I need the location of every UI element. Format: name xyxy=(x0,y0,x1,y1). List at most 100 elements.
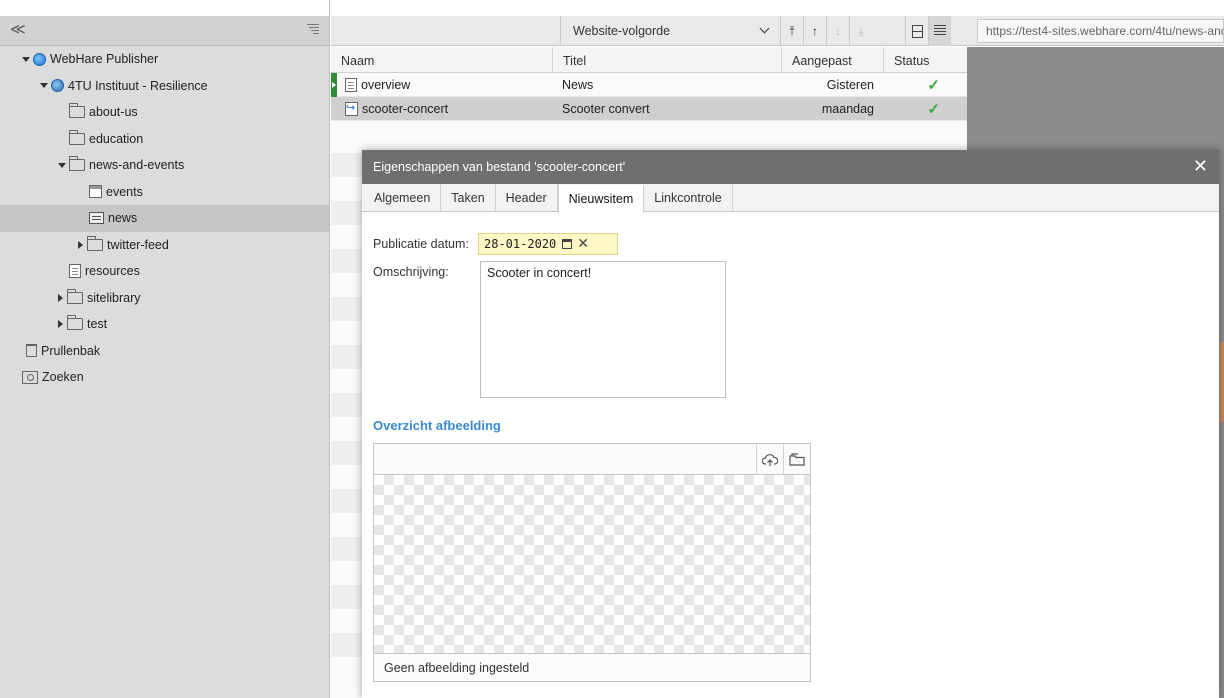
preview-url-field[interactable]: https://test4-sites.webhare.com/4tu/news… xyxy=(977,19,1224,43)
tree-item-label: twitter-feed xyxy=(107,237,169,252)
calendar-icon xyxy=(89,185,102,199)
document-icon xyxy=(69,264,81,279)
tree-item-label: resources xyxy=(85,264,140,279)
tab-nieuwsitem[interactable]: Nieuwsitem xyxy=(557,185,645,213)
move-up-button[interactable]: ↑ xyxy=(803,16,826,46)
split-view-icon xyxy=(911,24,923,38)
split-view-button[interactable] xyxy=(905,16,928,46)
status-ok-icon: ✓ xyxy=(927,100,940,118)
tree-item-label: test xyxy=(87,317,108,332)
folder-icon xyxy=(69,103,85,119)
tree-item-sitelibrary[interactable]: sitelibrary xyxy=(0,285,329,312)
globe-icon xyxy=(51,79,64,93)
sidebar-header: ≪ xyxy=(0,16,329,46)
upload-button[interactable] xyxy=(756,444,783,475)
folder-icon xyxy=(69,129,85,145)
list-cell-name: scooter-concert xyxy=(331,101,553,116)
column-header-modified[interactable]: Aangepast xyxy=(782,47,884,72)
tree-item-label: about-us xyxy=(89,105,138,120)
tab-linkcontrole[interactable]: Linkcontrole xyxy=(644,184,733,211)
tree-menu-icon[interactable] xyxy=(307,24,319,36)
calendar-picker-icon[interactable] xyxy=(562,239,573,249)
image-status: Geen afbeelding ingesteld xyxy=(374,653,810,681)
globe-icon xyxy=(33,52,46,66)
tree-item-about-us[interactable]: about-us xyxy=(0,99,329,126)
tree-item-prullenbak[interactable]: Prullenbak xyxy=(0,338,329,365)
pub-date-value[interactable]: 28-01-2020 xyxy=(484,237,556,251)
properties-dialog: Eigenschappen van bestand 'scooter-conce… xyxy=(362,150,1219,698)
move-bottom-button[interactable]: ⤓ xyxy=(849,16,872,46)
list-cell-modified: Gisteren xyxy=(826,77,874,92)
sort-order-label: Website-volgorde xyxy=(573,24,671,38)
tree-item-label: 4TU Instituut - Resilience xyxy=(68,78,208,93)
tab-algemeen[interactable]: Algemeen xyxy=(364,184,442,211)
description-textarea[interactable]: Scooter in concert! xyxy=(480,261,726,398)
tree-item-twitter-feed[interactable]: twitter-feed xyxy=(0,232,329,259)
chevron-down-icon xyxy=(759,23,770,34)
collapsed-caret-icon[interactable] xyxy=(78,240,83,249)
clear-date-icon[interactable]: ✕ xyxy=(577,236,589,252)
sidebar: ≪ WebHare Publisher 4TU Instituut - Resi… xyxy=(0,0,330,698)
tree-item-zoeken[interactable]: Zoeken xyxy=(0,364,329,391)
close-icon[interactable]: ✕ xyxy=(1193,157,1208,175)
folder-icon xyxy=(67,288,83,304)
browse-button[interactable] xyxy=(783,444,810,475)
image-section-title: Overzicht afbeelding xyxy=(373,418,501,433)
column-header-title[interactable]: Titel xyxy=(553,47,782,72)
tab-header[interactable]: Header xyxy=(496,184,558,211)
dialog-title: Eigenschappen van bestand 'scooter-conce… xyxy=(373,160,626,174)
tree-item-resources[interactable]: resources xyxy=(0,258,329,285)
list-header: Naam Titel Aangepast Status xyxy=(331,47,967,73)
image-preview-area[interactable] xyxy=(374,475,810,653)
column-header-status[interactable]: Status xyxy=(884,47,967,72)
dialog-titlebar: Eigenschappen van bestand 'scooter-conce… xyxy=(362,150,1219,184)
collapse-sidebar-icon[interactable]: ≪ xyxy=(10,22,26,38)
tree-item-4tu-instituut[interactable]: 4TU Instituut - Resilience xyxy=(0,73,329,100)
move-down-button[interactable]: ↓ xyxy=(826,16,849,46)
list-view-icon xyxy=(934,25,946,37)
move-top-button[interactable]: ⤒ xyxy=(780,16,803,46)
tree-item-label: Prullenbak xyxy=(41,343,101,358)
search-folder-icon xyxy=(22,370,38,384)
sort-order-select[interactable]: Website-volgorde xyxy=(560,16,780,46)
list-cell-modified: maandag xyxy=(821,101,874,116)
tree-item-label: events xyxy=(106,184,143,199)
document-icon xyxy=(345,77,357,92)
list-view-button[interactable] xyxy=(928,16,951,46)
tree-item-label: Zoeken xyxy=(42,370,84,385)
open-arrow-icon[interactable] xyxy=(331,73,337,97)
tree-item-label: education xyxy=(89,131,144,146)
list-cell-title: News xyxy=(562,77,594,92)
expanded-caret-icon[interactable] xyxy=(40,83,48,89)
column-header-name[interactable]: Naam xyxy=(331,47,553,72)
description-label: Omschrijving: xyxy=(373,265,449,279)
folder-icon xyxy=(67,315,83,331)
expanded-caret-icon[interactable] xyxy=(58,162,66,168)
pub-date-label: Publicatie datum: xyxy=(373,237,469,251)
sidebar-top-spacer xyxy=(0,0,329,16)
tree-item-label: WebHare Publisher xyxy=(50,52,159,67)
collapsed-caret-icon[interactable] xyxy=(58,320,63,329)
tree-item-test[interactable]: test xyxy=(0,311,329,338)
folder-icon xyxy=(87,235,103,251)
status-ok-icon: ✓ xyxy=(927,76,940,94)
collapsed-caret-icon[interactable] xyxy=(58,293,63,302)
tab-taken[interactable]: Taken xyxy=(441,184,496,211)
trash-icon xyxy=(26,344,37,358)
pub-date-field[interactable]: 28-01-2020 ✕ xyxy=(478,233,618,255)
folder-icon xyxy=(69,156,85,172)
tree-item-label: news-and-events xyxy=(89,158,185,173)
expanded-caret-icon[interactable] xyxy=(22,56,30,62)
tree-item-webhare-publisher[interactable]: WebHare Publisher xyxy=(0,46,329,73)
folder-icon xyxy=(789,453,805,466)
list-cell-name: overview xyxy=(331,77,553,92)
image-toolbar xyxy=(374,444,810,475)
tree-item-events[interactable]: events xyxy=(0,179,329,206)
top-spacer xyxy=(331,0,1224,16)
tree-item-news-and-events[interactable]: news-and-events xyxy=(0,152,329,179)
tree-item-education[interactable]: education xyxy=(0,126,329,153)
list-cell-title: Scooter convert xyxy=(562,101,650,116)
list-row-overview[interactable]: overview News Gisteren ✓ xyxy=(331,73,967,97)
tree-item-news[interactable]: news xyxy=(0,205,329,232)
list-row-scooter-concert[interactable]: scooter-concert Scooter convert maandag … xyxy=(331,97,967,121)
